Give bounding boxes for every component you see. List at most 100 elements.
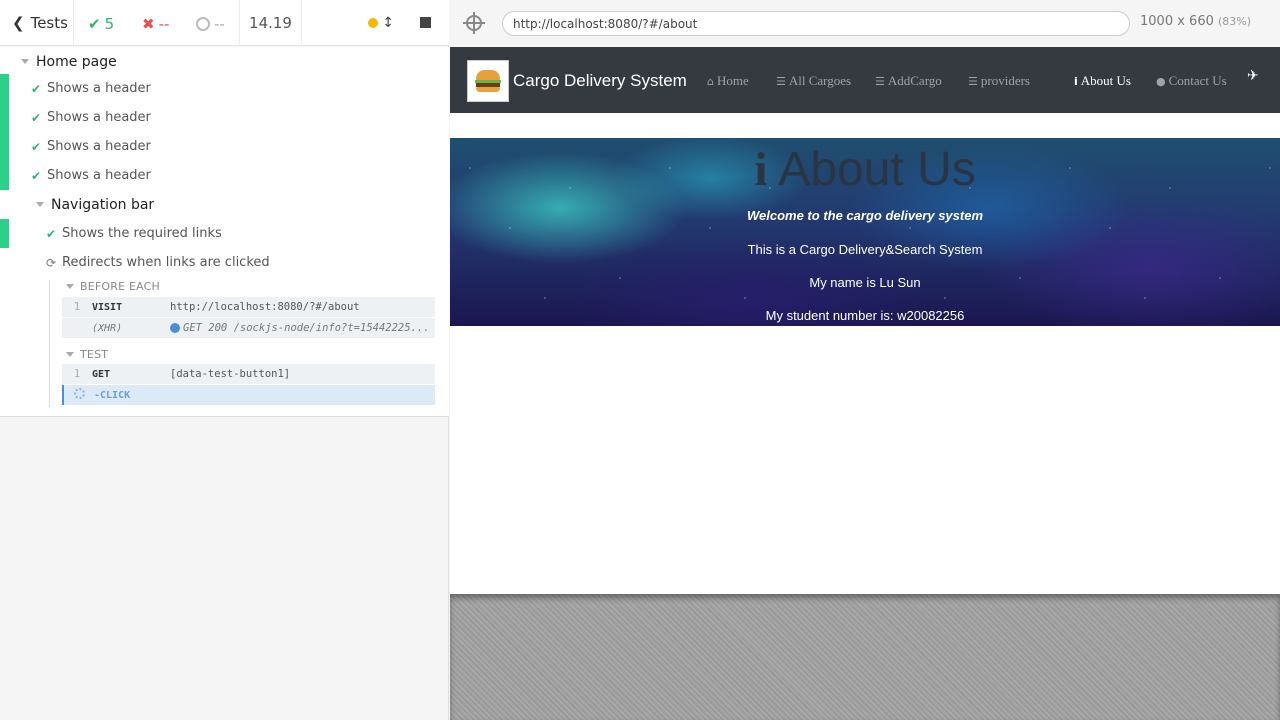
hook-before-each[interactable]: BEFORE EACH [66,280,160,293]
check-icon: ✔ [46,226,57,241]
nav-about-us[interactable]: i About Us [1074,73,1131,89]
info-icon: i [754,143,768,196]
check-icon: ✔ [31,81,42,96]
list-icon: ☰ [875,74,885,88]
command-xhr[interactable]: (XHR) GET 200 /sockjs-node/info?t=154422… [62,318,435,338]
test-title: Shows a header [47,110,151,125]
pass-bar [0,103,9,132]
author-name: My name is Lu Sun [809,275,921,290]
about-heading: i About Us [450,142,1280,197]
url-bar[interactable]: http://localhost:8080/?#/about [502,11,1130,36]
check-icon: ✔ [88,14,101,33]
pending-count: -- [214,14,225,33]
test-title: Shows a header [47,81,151,96]
pass-bar [0,219,9,248]
selector-playground-icon[interactable] [463,12,485,34]
command-message: GET 200 /sockjs-node/info?t=15442225... [170,322,435,334]
hook-test[interactable]: TEST [66,348,108,361]
command-name: GET [92,368,111,380]
pass-bar [0,74,9,103]
test-row[interactable]: ✔ Shows a header [0,132,449,161]
command-number: 1 [73,368,81,380]
check-icon: ✔ [31,110,42,125]
stop-button[interactable] [420,17,431,28]
home-icon: ⌂ [707,74,714,88]
nav-all-cargoes[interactable]: ☰ All Cargoes [776,73,851,89]
command-number: 1 [73,301,81,313]
pass-bar [0,132,9,161]
hook-title: BEFORE EACH [80,280,161,293]
test-row[interactable]: ✔ Shows a header [0,103,449,132]
passed-count: 5 [104,14,115,33]
auto-scroll-toggle[interactable]: ↕ [368,15,394,31]
tests-label: Tests [30,13,68,32]
viewport-dimensions: 1000 x 660 [1140,14,1214,29]
nav-providers[interactable]: ☰ providers [968,73,1030,89]
failed-stat: ✖ -- [142,15,169,33]
tests-back-button[interactable]: ❮ Tests [0,0,74,46]
chat-bubble-icon: ● [1156,74,1166,88]
caret-down-icon [36,202,44,207]
test-row[interactable]: ✔ Shows the required links [0,219,449,248]
command-name: (XHR) [92,322,123,334]
suite-navigation-bar[interactable]: Navigation bar [0,190,449,219]
about-hero-banner: i About Us Welcome to the cargo delivery… [450,138,1280,326]
student-number: My student number is: w20082256 [765,308,965,323]
hook-title: TEST [80,348,109,361]
pass-bar [0,161,9,190]
test-tree: Home page ✔ Shows a header ✔ Shows a hea… [0,47,449,417]
suite-home-page[interactable]: Home page [0,47,449,76]
pin-icon: ✈ [1247,68,1259,84]
brand-logo[interactable] [467,60,509,102]
burger-icon [475,70,501,92]
failed-count: -- [158,14,170,33]
command-visit[interactable]: 1 VISIT http://localhost:8080/?#/about [62,297,435,317]
caret-down-icon [21,59,29,64]
pending-stat: -- [196,15,225,33]
test-stats: ✔ 5 ✖ -- -- [74,0,240,46]
test-row[interactable]: ✔ Shows a header [0,74,449,103]
pending-ring-icon [196,16,210,31]
command-get[interactable]: 1 GET [data-test-button1] [62,364,435,384]
run-controls: ↕ [302,0,449,46]
test-row[interactable]: ✔ Shows a header [0,161,449,190]
nav-contact-label: Contact Us [1168,73,1227,88]
command-name: -CLICK [94,389,131,401]
caret-down-icon [66,284,74,289]
x-icon: ✖ [142,14,155,33]
system-description: This is a Cargo Delivery&Search System [747,242,983,257]
test-title: Shows a header [47,139,151,154]
nav-home[interactable]: ⌂ Home [707,73,749,89]
app-navbar: Cargo Delivery System ⌂ Home ☰ All Cargo… [450,47,1280,113]
viewport-scale: (83%) [1218,15,1252,28]
suite-title: Home page [36,53,117,70]
nav-add-cargo-label: AddCargo [887,73,942,88]
runner-toolbar: http://localhost:8080/?#/about 1000 x 66… [450,0,1280,46]
nav-providers-label: providers [980,73,1030,88]
chevron-left-icon: ❮ [12,13,25,32]
command-click-pending[interactable]: -CLICK [62,385,435,405]
test-reporter: ❮ Tests ✔ 5 ✖ -- -- 14.19 ↕ Home page ✔ … [0,0,449,720]
scroll-arrows-icon: ↕ [382,14,394,31]
xhr-status-dot-icon [170,323,180,333]
nav-contact-us[interactable]: ● Contact Us [1156,73,1227,89]
xhr-message: GET 200 /sockjs-node/info?t=15442225... [183,322,430,334]
caret-down-icon [66,352,74,357]
app-under-test: Cargo Delivery System ⌂ Home ☰ All Cargo… [450,47,1280,594]
passed-stat: ✔ 5 [88,15,114,33]
nav-add-cargo[interactable]: ☰ AddCargo [875,73,942,89]
check-icon: ✔ [31,168,42,183]
test-title: Shows a header [47,168,151,183]
list-icon: ☰ [968,74,978,88]
test-row-running[interactable]: ⟳ Redirects when links are clicked [0,248,449,277]
list-icon: ☰ [776,74,786,88]
command-message: [data-test-button1] [170,368,291,380]
refresh-icon: ⟳ [46,255,57,270]
reporter-header: ❮ Tests ✔ 5 ✖ -- -- 14.19 ↕ [0,0,449,46]
command-log: BEFORE EACH 1 VISIT http://localhost:808… [49,280,439,407]
info-icon: i [1074,74,1078,88]
run-duration: 14.19 [240,0,302,46]
brand-name[interactable]: Cargo Delivery System [513,71,687,91]
welcome-text: Welcome to the cargo delivery system [746,208,984,223]
running-indicator-icon [368,17,379,28]
